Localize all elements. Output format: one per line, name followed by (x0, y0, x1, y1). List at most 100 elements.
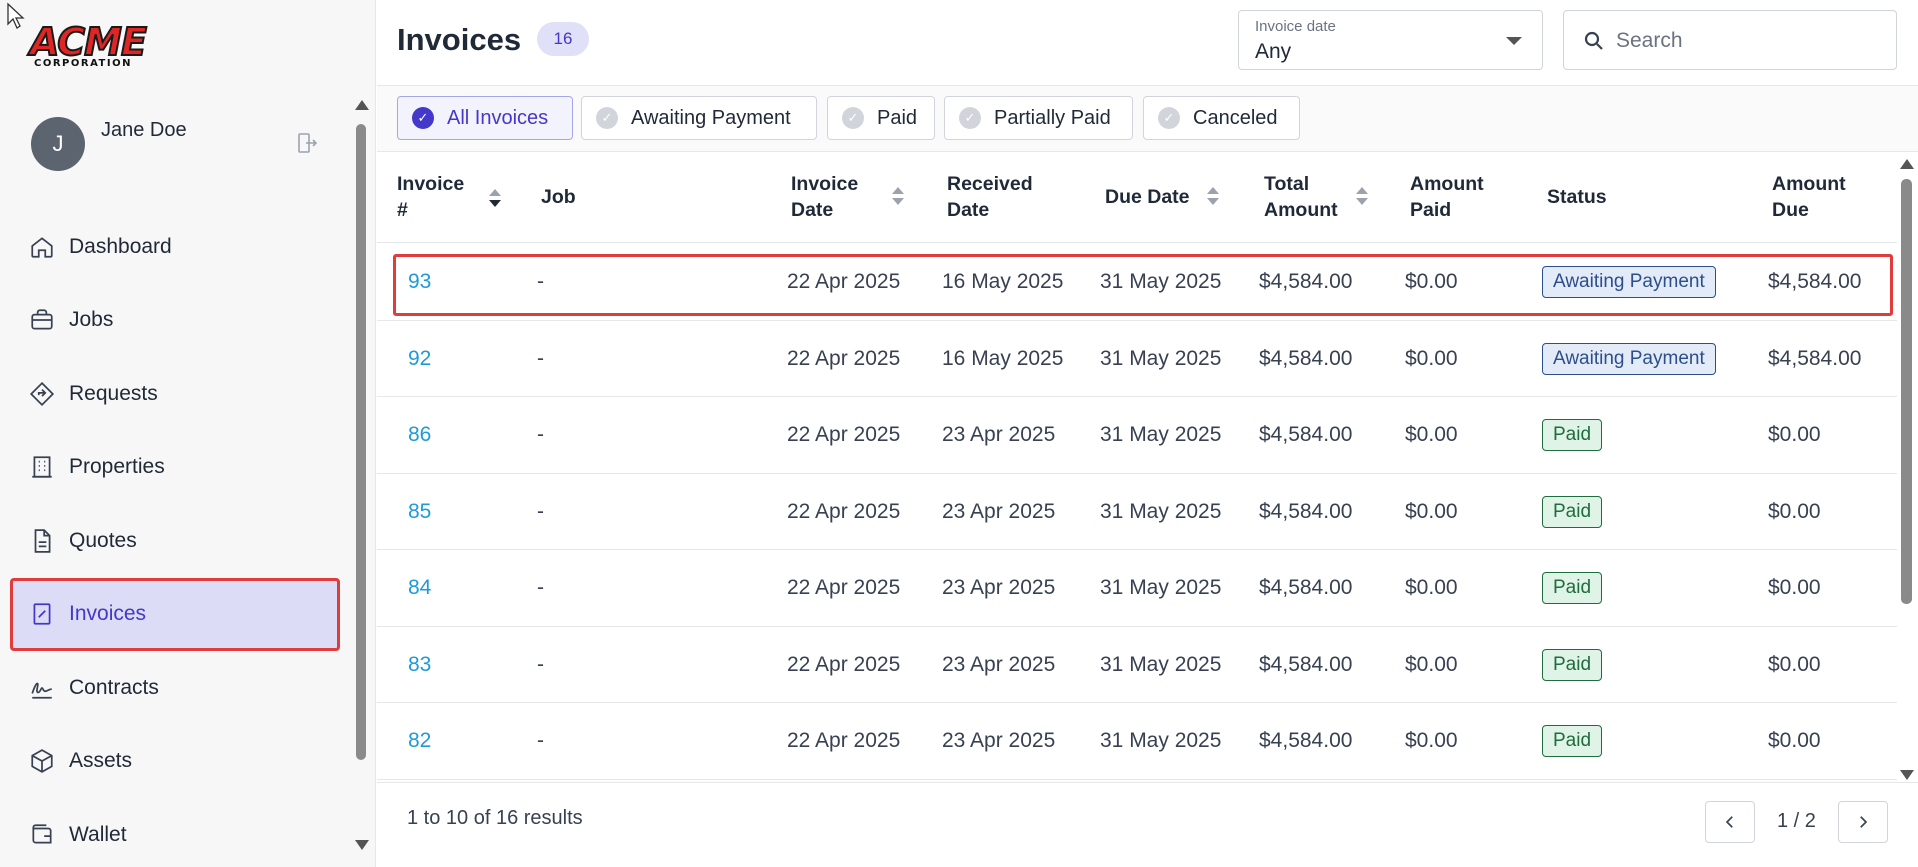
table-row[interactable]: 92 - 22 Apr 2025 16 May 2025 31 May 2025… (377, 321, 1897, 397)
document-icon (29, 528, 55, 554)
filter-awaiting-payment[interactable]: ✓ Awaiting Payment (581, 96, 817, 140)
total-amount-cell: $4,584.00 (1259, 270, 1353, 293)
table-row[interactable]: 93 - 22 Apr 2025 16 May 2025 31 May 2025… (377, 244, 1897, 321)
total-amount-cell: $4,584.00 (1259, 652, 1353, 676)
filter-label: Canceled (1193, 106, 1278, 129)
sidebar-item-jobs[interactable]: Jobs (10, 284, 340, 358)
scrollbar-thumb[interactable] (1901, 179, 1912, 604)
invoice-number-link[interactable]: 84 (408, 550, 431, 626)
column-header-status: Status (1547, 186, 1607, 208)
sidebar-item-label: Dashboard (69, 234, 172, 258)
sidebar-item-invoices[interactable]: Invoices (10, 577, 340, 651)
sidebar-item-requests[interactable]: Requests (10, 357, 340, 431)
filter-all-invoices[interactable]: ✓ All Invoices (397, 96, 573, 140)
filter-partially-paid[interactable]: ✓ Partially Paid (944, 96, 1133, 140)
scroll-down-icon[interactable] (1900, 770, 1914, 780)
status-badge: Paid (1542, 572, 1603, 604)
column-header-received-date: Received Date (947, 173, 1033, 221)
search-input[interactable] (1616, 23, 1886, 59)
invoice-number-link[interactable]: 82 (408, 703, 431, 779)
filter-paid[interactable]: ✓ Paid (827, 96, 935, 140)
amount-paid-cell: $0.00 (1405, 346, 1458, 370)
invoice-count-badge: 16 (537, 22, 589, 56)
column-header-due-date[interactable]: Due Date (1105, 184, 1190, 210)
cube-icon (29, 748, 55, 774)
receipt-icon (29, 601, 55, 627)
check-circle-icon: ✓ (412, 107, 434, 129)
main-content: Invoices 16 Invoice date Any ✓ All Invoi… (377, 0, 1918, 867)
sort-icon[interactable] (1355, 187, 1369, 207)
scrollbar-thumb[interactable] (356, 124, 366, 760)
amount-due-cell: $0.00 (1768, 729, 1821, 752)
scroll-down-icon[interactable] (355, 840, 369, 850)
check-circle-icon: ✓ (1158, 107, 1180, 129)
sidebar-item-label: Contracts (69, 675, 159, 699)
column-header-invoice-date[interactable]: Invoice Date (791, 171, 871, 223)
check-circle-icon: ✓ (842, 107, 864, 129)
sidebar-item-contracts[interactable]: Contracts (10, 651, 340, 725)
sidebar-item-wallet[interactable]: Wallet (10, 798, 340, 867)
filter-label: Partially Paid (994, 106, 1111, 129)
chevron-right-icon (1860, 816, 1868, 828)
status-badge: Paid (1542, 419, 1603, 451)
invoice-date-select[interactable]: Invoice date Any (1238, 10, 1543, 70)
table-header: Invoice # Job Invoice Date Received Date… (377, 153, 1897, 243)
invoice-number-link[interactable]: 92 (408, 321, 431, 397)
table-row[interactable]: 82 - 22 Apr 2025 23 Apr 2025 31 May 2025… (377, 703, 1897, 780)
avatar[interactable]: J (31, 117, 85, 171)
due-date-cell: 31 May 2025 (1100, 423, 1222, 446)
invoice-date-cell: 22 Apr 2025 (787, 652, 901, 676)
table-row[interactable]: 86 - 22 Apr 2025 23 Apr 2025 31 May 2025… (377, 397, 1897, 474)
invoice-number-link[interactable]: 83 (408, 627, 431, 703)
column-header-amount-paid: Amount Paid (1410, 173, 1484, 221)
amount-paid-cell: $0.00 (1405, 423, 1458, 446)
next-page-button[interactable] (1838, 801, 1888, 843)
search-box[interactable] (1563, 10, 1897, 70)
amount-paid-cell: $0.00 (1405, 729, 1458, 752)
building-icon (29, 454, 55, 480)
table-row[interactable]: 84 - 22 Apr 2025 23 Apr 2025 31 May 2025… (377, 550, 1897, 627)
logo-subtitle: CORPORATION (34, 58, 132, 69)
invoice-number-link[interactable]: 86 (408, 397, 431, 473)
sidebar-item-dashboard[interactable]: Dashboard (10, 210, 340, 284)
received-date-cell: 23 Apr 2025 (942, 729, 1056, 752)
column-header-invoice[interactable]: Invoice # (397, 171, 467, 223)
status-badge: Paid (1542, 725, 1603, 757)
sidebar-item-label: Invoices (69, 602, 147, 626)
amount-paid-cell: $0.00 (1405, 576, 1458, 599)
column-header-total-amount[interactable]: Total Amount (1264, 171, 1344, 223)
pagination-footer: 1 to 10 of 16 results 1 / 2 (377, 782, 1918, 867)
job-cell: - (537, 423, 544, 446)
invoice-number-link[interactable]: 93 (408, 244, 431, 320)
briefcase-icon (29, 307, 55, 333)
sort-icon[interactable] (1206, 187, 1220, 207)
scroll-up-icon[interactable] (1900, 159, 1914, 169)
due-date-cell: 31 May 2025 (1100, 729, 1222, 752)
invoice-date-cell: 22 Apr 2025 (787, 576, 901, 599)
amount-due-cell: $0.00 (1768, 423, 1821, 446)
table-row[interactable]: 83 - 22 Apr 2025 23 Apr 2025 31 May 2025… (377, 627, 1897, 703)
sidebar-scrollbar[interactable] (352, 100, 370, 850)
sidebar-item-quotes[interactable]: Quotes (10, 504, 340, 578)
total-amount-cell: $4,584.00 (1259, 423, 1353, 446)
filter-canceled[interactable]: ✓ Canceled (1143, 96, 1300, 140)
chevron-down-icon (1506, 37, 1522, 45)
invoice-table-body: 93 - 22 Apr 2025 16 May 2025 31 May 2025… (377, 244, 1897, 780)
previous-page-button[interactable] (1705, 801, 1755, 843)
status-filter-bar: ✓ All Invoices ✓ Awaiting Payment ✓ Paid… (377, 86, 1918, 152)
invoice-number-link[interactable]: 85 (408, 474, 431, 550)
received-date-cell: 23 Apr 2025 (942, 576, 1056, 599)
table-row[interactable]: 85 - 22 Apr 2025 23 Apr 2025 31 May 2025… (377, 474, 1897, 550)
invoice-date-cell: 22 Apr 2025 (787, 270, 901, 293)
sort-icon[interactable] (488, 189, 502, 209)
table-scrollbar[interactable] (1897, 155, 1917, 780)
sidebar-item-assets[interactable]: Assets (10, 725, 340, 799)
company-logo[interactable]: ACME CORPORATION (29, 19, 148, 72)
sort-icon[interactable] (891, 187, 905, 207)
logout-icon[interactable] (295, 131, 319, 155)
home-icon (29, 234, 55, 260)
scroll-up-icon[interactable] (355, 100, 369, 110)
received-date-cell: 23 Apr 2025 (942, 499, 1056, 523)
invoice-date-cell: 22 Apr 2025 (787, 499, 901, 523)
sidebar-item-properties[interactable]: Properties (10, 431, 340, 505)
